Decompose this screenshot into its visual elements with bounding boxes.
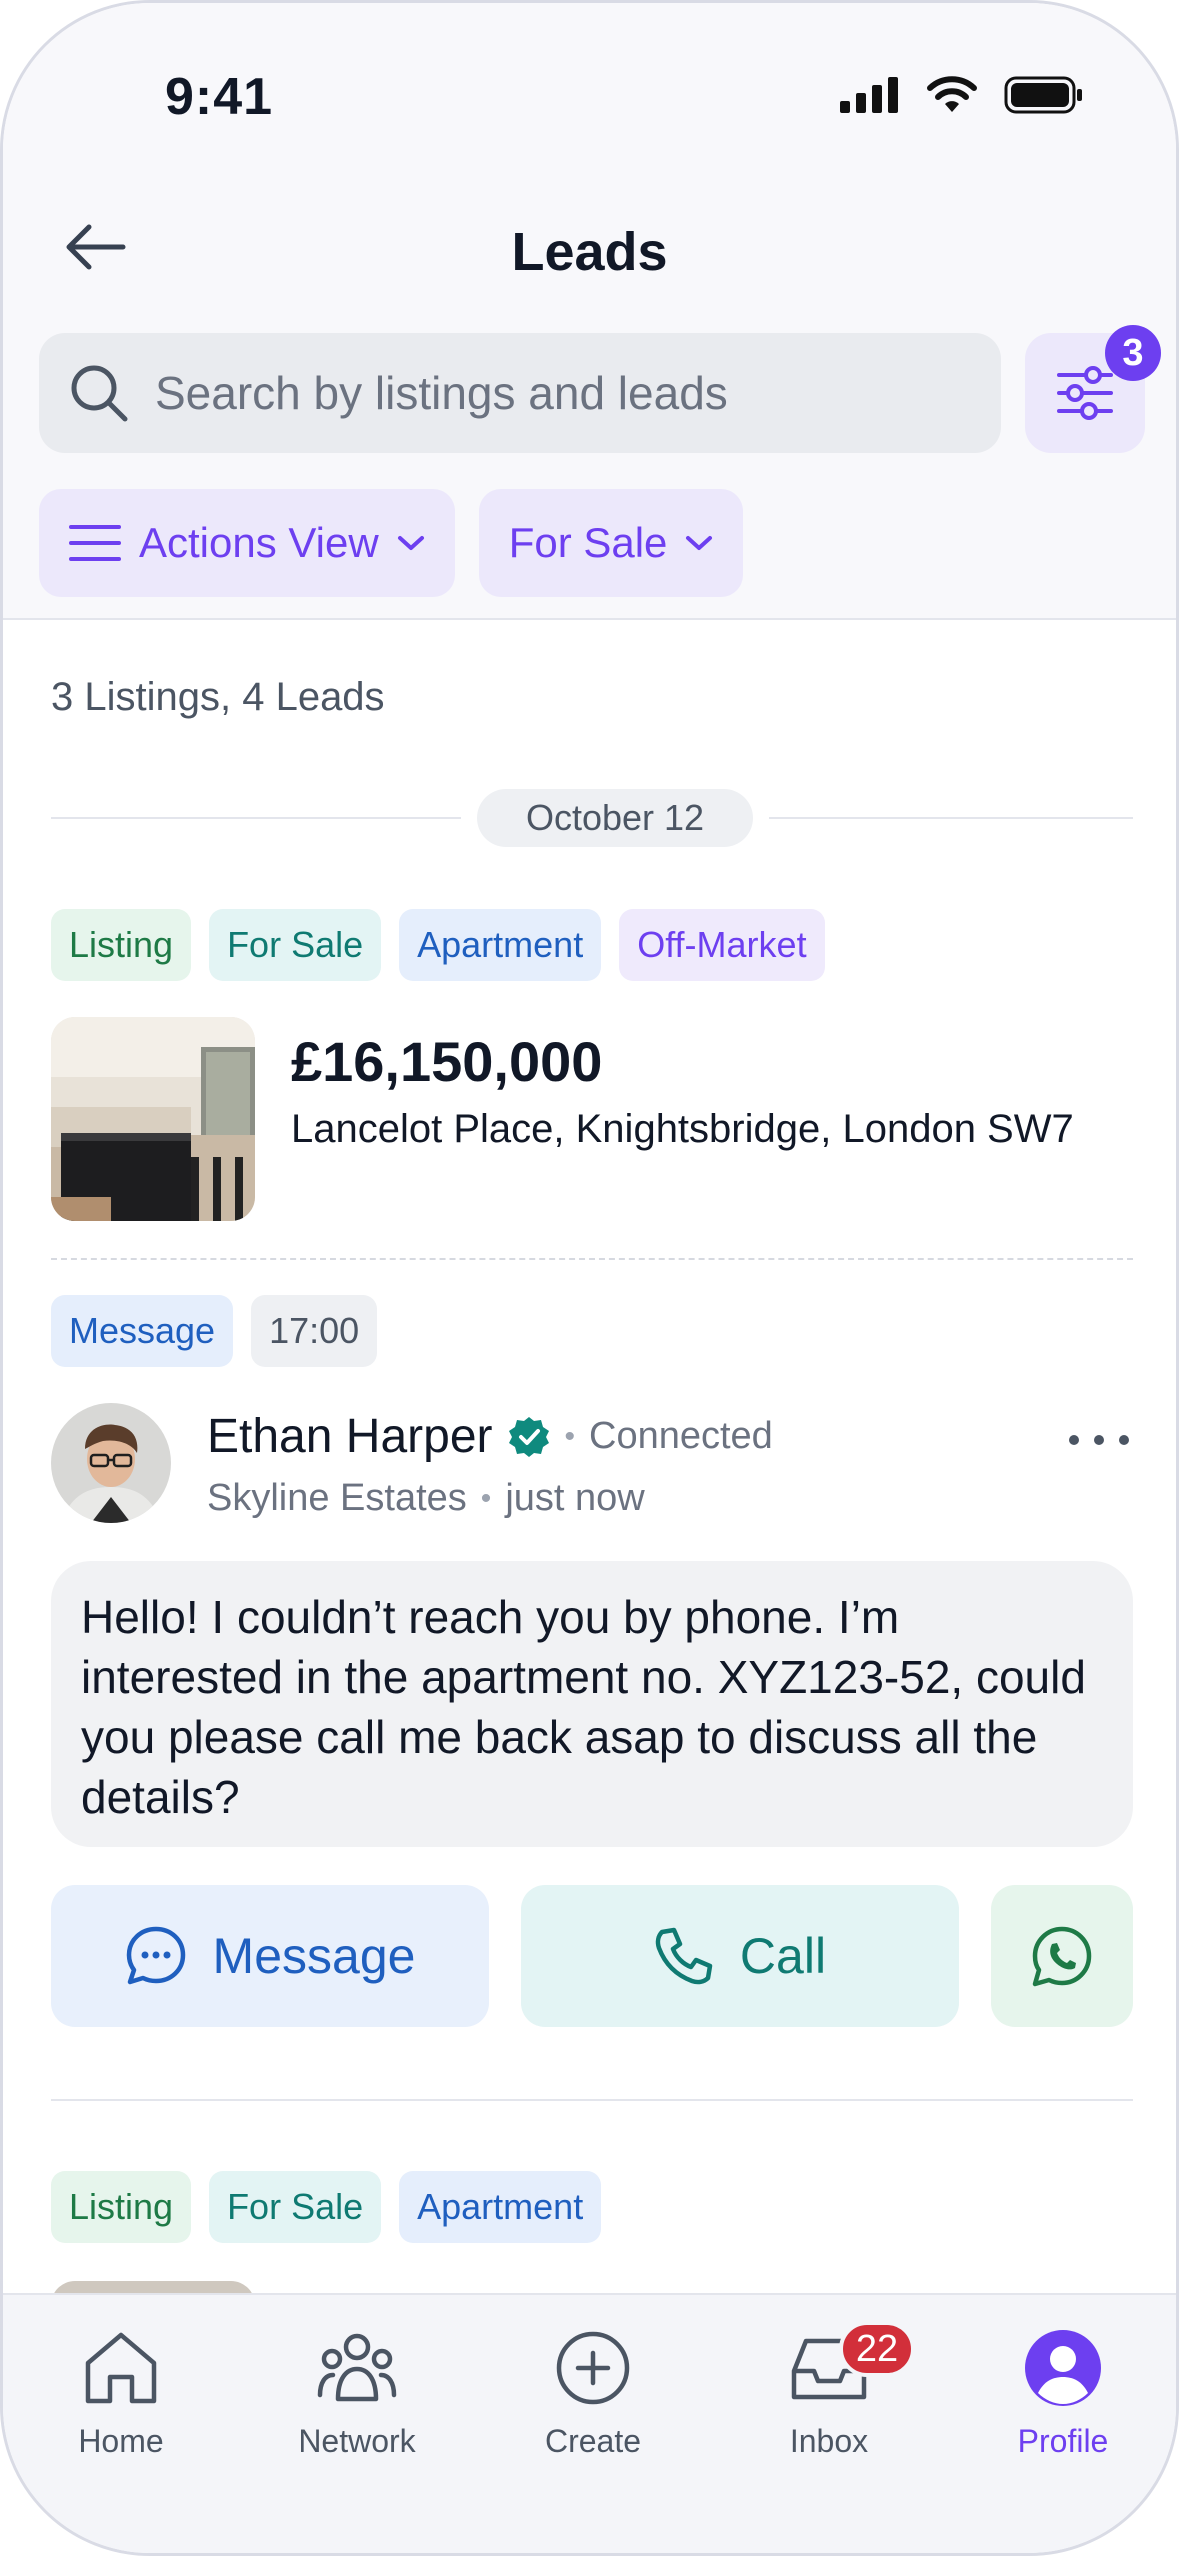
more-dot-icon bbox=[1094, 1435, 1104, 1445]
wifi-icon bbox=[927, 76, 977, 112]
menu-icon bbox=[69, 525, 121, 561]
inbox-unread-badge: 22 bbox=[839, 2321, 915, 2377]
bottom-nav: Home Network Create 22 Inbox Profile bbox=[3, 2293, 1176, 2553]
actions-view-dropdown[interactable]: Actions View bbox=[39, 489, 455, 597]
people-icon bbox=[317, 2333, 397, 2402]
tag-apartment: Apartment bbox=[399, 2171, 602, 2243]
listing-photo[interactable] bbox=[51, 1017, 255, 1221]
listing-tags: Listing For Sale Apartment Off-Market bbox=[51, 909, 825, 981]
for-sale-label: For Sale bbox=[508, 519, 668, 566]
lead-time: just now bbox=[505, 1477, 645, 1519]
listing-2-tags: Listing For Sale Apartment bbox=[51, 2171, 602, 2243]
view-chips: Actions View For Sale bbox=[39, 489, 744, 597]
lead-company: Skyline Estates bbox=[207, 1477, 467, 1519]
listing-address: Lancelot Place, Knightsbridge, London SW… bbox=[291, 1107, 1074, 1151]
section-divider bbox=[51, 2099, 1133, 2101]
tag-off-market: Off-Market bbox=[619, 909, 825, 981]
profile-icon bbox=[1025, 2330, 1101, 2406]
date-label: October 12 bbox=[477, 789, 753, 847]
status-icons bbox=[840, 75, 1084, 115]
tag-message: Message bbox=[51, 1295, 234, 1367]
nav-profile-label: Profile bbox=[1017, 2423, 1109, 2459]
more-dot-icon bbox=[1069, 1435, 1079, 1445]
for-sale-dropdown[interactable]: For Sale bbox=[478, 489, 744, 597]
verified-badge-icon bbox=[508, 1416, 549, 1457]
connection-status: Connected bbox=[589, 1415, 773, 1457]
nav-create-label: Create bbox=[544, 2423, 642, 2459]
message-button-label: Message bbox=[212, 1928, 416, 1984]
whatsapp-icon bbox=[1032, 1926, 1092, 1987]
battery-icon bbox=[1004, 76, 1082, 114]
tag-apartment: Apartment bbox=[399, 909, 602, 981]
divider-line bbox=[51, 817, 461, 819]
date-divider: October 12 bbox=[51, 789, 1133, 847]
actions-view-label: Actions View bbox=[139, 519, 379, 566]
tag-for-sale: For Sale bbox=[209, 909, 382, 981]
separator-dot: • bbox=[480, 1481, 492, 1515]
results-count: 3 Listings, 4 Leads bbox=[51, 675, 385, 719]
lead-subtitle: Skyline Estates • just now bbox=[207, 1477, 645, 1520]
lead-message: Hello! I couldn’t reach you by phone. I’… bbox=[51, 1561, 1133, 1847]
nav-network-label: Network bbox=[298, 2423, 416, 2459]
nav-create[interactable]: Create bbox=[503, 2327, 683, 2460]
nav-network[interactable]: Network bbox=[267, 2327, 447, 2460]
signal-icon bbox=[840, 77, 898, 113]
nav-home-label: Home bbox=[78, 2423, 164, 2459]
chevron-down-icon bbox=[686, 536, 713, 550]
filter-count-badge: 3 bbox=[1105, 325, 1161, 381]
tag-time: 17:00 bbox=[251, 1295, 378, 1367]
plus-circle-icon bbox=[556, 2331, 630, 2405]
search-icon bbox=[71, 365, 128, 422]
kitchen-photo-image bbox=[51, 1017, 255, 1221]
avatar-photo-image bbox=[51, 1403, 171, 1523]
phone-icon bbox=[655, 1927, 713, 1985]
phone-screen: 9:41 Leads Search by listings and leads … bbox=[0, 0, 1179, 2556]
status-time: 9:41 bbox=[165, 68, 274, 126]
separator-dot: • bbox=[564, 1419, 576, 1453]
header-area: 9:41 Leads Search by listings and leads … bbox=[3, 3, 1176, 620]
more-dot-icon bbox=[1119, 1435, 1129, 1445]
whatsapp-button[interactable] bbox=[991, 1885, 1133, 2027]
tag-for-sale: For Sale bbox=[209, 2171, 382, 2243]
listing-price: £16,150,000 bbox=[291, 1030, 603, 1093]
avatar[interactable] bbox=[51, 1403, 171, 1523]
call-button[interactable]: Call bbox=[521, 1885, 959, 2027]
search-placeholder: Search by listings and leads bbox=[155, 367, 728, 419]
nav-home[interactable]: Home bbox=[31, 2327, 211, 2460]
dashed-divider bbox=[51, 1258, 1133, 1260]
chat-bubble-icon bbox=[126, 1926, 185, 1985]
page-title: Leads bbox=[511, 222, 668, 282]
sliders-icon bbox=[1057, 366, 1113, 420]
nav-inbox[interactable]: 22 Inbox bbox=[739, 2321, 919, 2460]
lead-name-row: Ethan Harper • Connected bbox=[207, 1409, 773, 1464]
lead-tags: Message 17:00 bbox=[51, 1295, 378, 1367]
tag-listing: Listing bbox=[51, 2171, 192, 2243]
tag-listing: Listing bbox=[51, 909, 192, 981]
call-button-label: Call bbox=[739, 1928, 827, 1984]
home-icon bbox=[85, 2332, 157, 2404]
divider-line bbox=[769, 817, 1133, 819]
search-input[interactable]: Search by listings and leads bbox=[39, 333, 1001, 453]
nav-inbox-label: Inbox bbox=[789, 2423, 869, 2459]
more-options-button[interactable] bbox=[1069, 1423, 1129, 1457]
chevron-down-icon bbox=[397, 536, 424, 550]
nav-profile[interactable]: Profile bbox=[973, 2327, 1153, 2460]
message-button[interactable]: Message bbox=[51, 1885, 489, 2027]
lead-name[interactable]: Ethan Harper bbox=[207, 1409, 493, 1464]
